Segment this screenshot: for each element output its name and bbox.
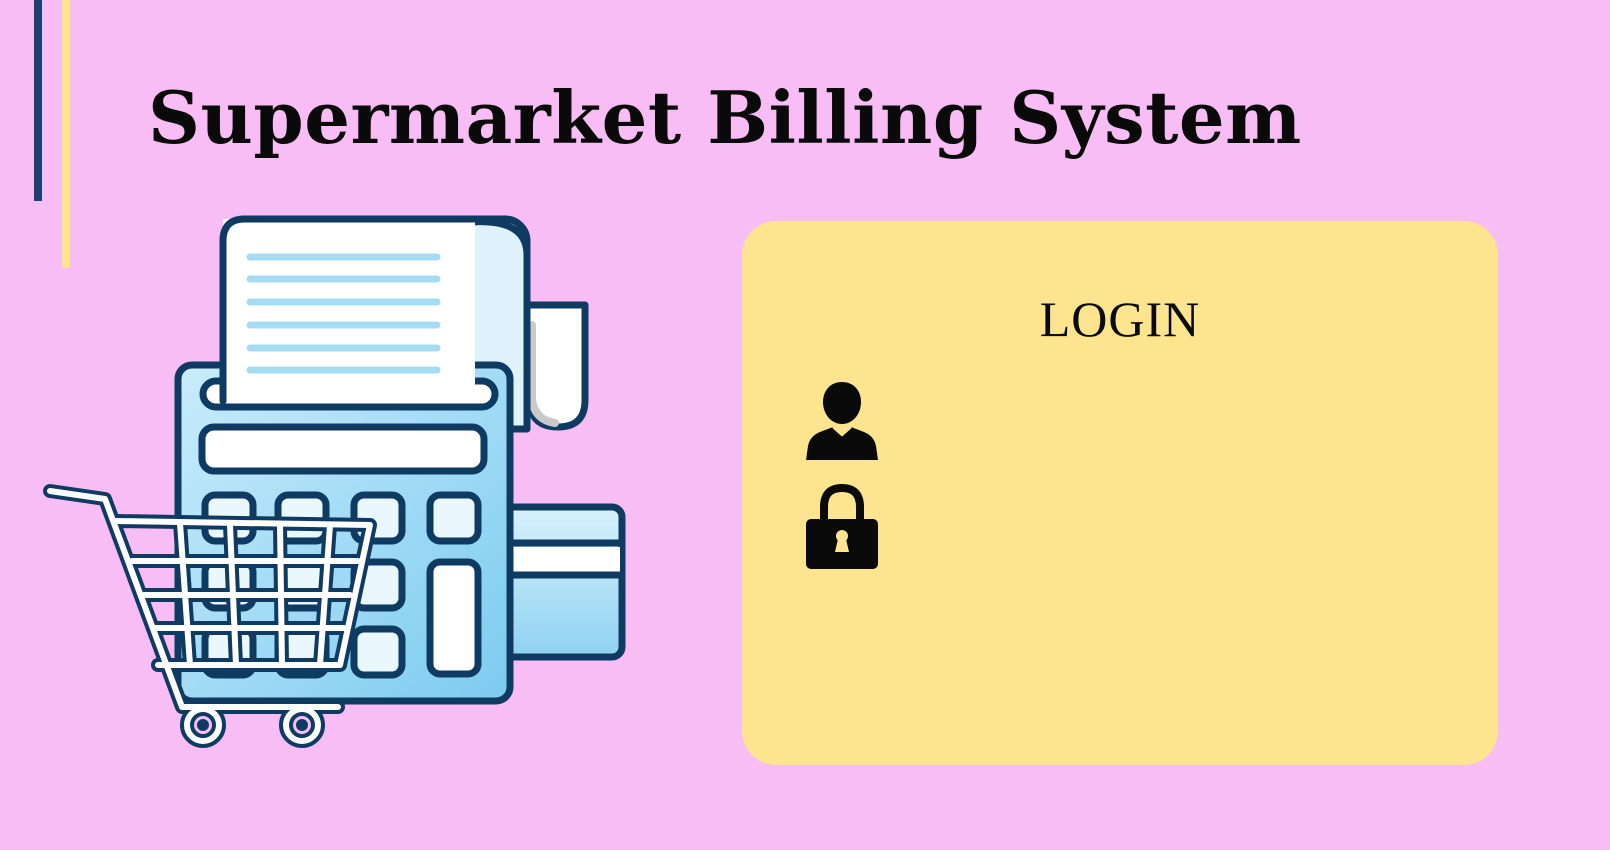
login-heading: LOGIN — [1039, 291, 1201, 347]
password-field[interactable] — [792, 473, 1432, 573]
password-input[interactable] — [902, 493, 1426, 547]
lock-icon — [806, 483, 878, 569]
user-icon — [806, 382, 878, 460]
cash-register-cart-illustration — [43, 215, 626, 748]
page-title: Supermarket Billing System — [148, 75, 1302, 160]
accent-bar-dark — [34, 0, 42, 201]
login-card: LOGIN — [742, 221, 1498, 765]
username-field[interactable] — [792, 364, 1432, 464]
username-input[interactable] — [902, 384, 1426, 438]
